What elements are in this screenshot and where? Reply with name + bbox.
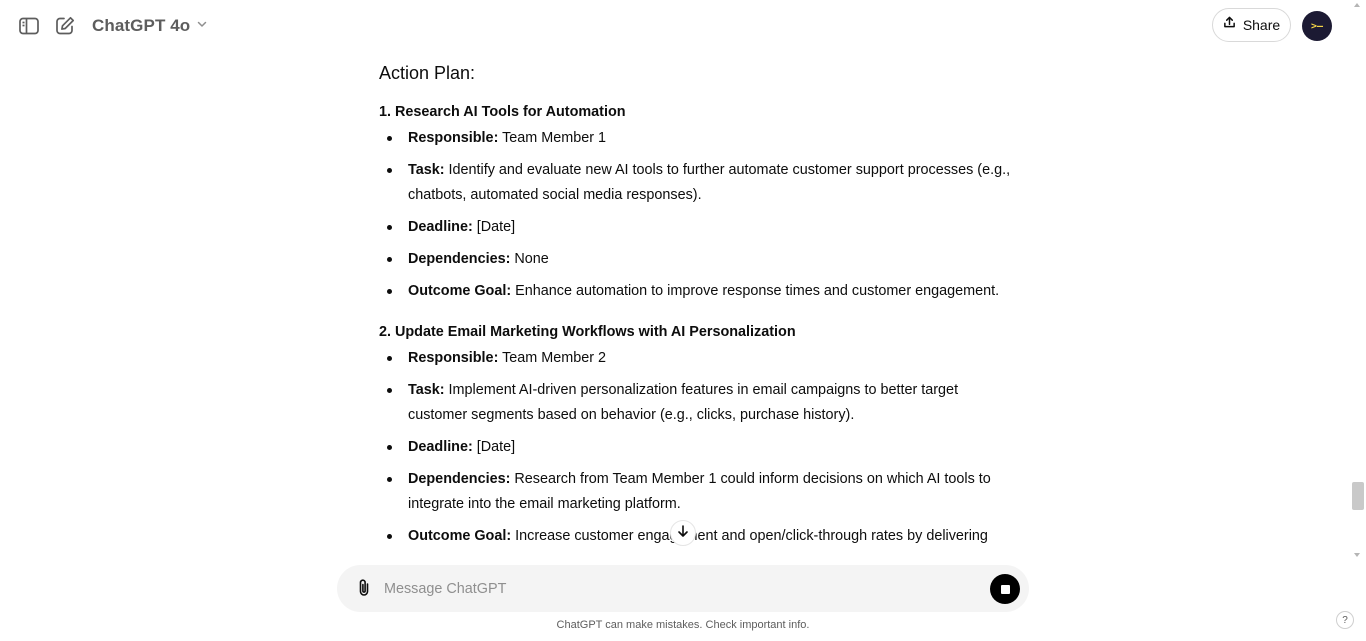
list-item: Outcome Goal: Increase customer engageme… <box>379 524 1019 549</box>
bullet-text: None <box>510 251 549 267</box>
scrollbar-thumb[interactable] <box>1352 482 1364 510</box>
scrollbar[interactable] <box>1350 0 1366 560</box>
bullet-label: Responsible: <box>408 350 499 366</box>
bullet-text: [Date] <box>472 439 516 455</box>
top-header: ChatGPT 4o Share >— <box>0 0 1366 52</box>
bullet-label: Task: <box>408 162 445 178</box>
model-name: ChatGPT 4o <box>92 16 191 35</box>
share-label: Share <box>1242 17 1281 33</box>
scroll-up-arrow[interactable] <box>1354 3 1360 7</box>
list-item: Deadline: [Date] <box>379 435 1019 460</box>
bullet-text: Enhance automation to improve response t… <box>511 283 1000 299</box>
list-item: Outcome Goal: Enhance automation to impr… <box>379 279 1019 304</box>
scroll-to-bottom-button[interactable] <box>670 520 696 546</box>
model-selector[interactable]: ChatGPT 4o <box>92 14 208 38</box>
action-item-title: 1. Research AI Tools for Automation <box>379 104 626 120</box>
share-upload-icon <box>1223 16 1236 34</box>
list-item: Dependencies: None <box>379 247 1019 272</box>
section-heading: Action Plan: <box>379 63 476 83</box>
list-item: Responsible: Team Member 1 <box>379 126 1019 151</box>
new-chat-icon[interactable] <box>53 14 77 38</box>
disclaimer-text: ChatGPT can make mistakes. Check importa… <box>556 619 810 631</box>
bullet-text: Identify and evaluate new AI tools to fu… <box>408 162 1011 203</box>
bullet-text: Implement AI-driven personalization feat… <box>408 382 959 423</box>
list-item: Dependencies: Research from Team Member … <box>379 467 1019 517</box>
bullet-text: Team Member 1 <box>498 130 607 146</box>
bullet-label: Dependencies: <box>408 471 511 487</box>
bullet-text: [Date] <box>472 219 516 235</box>
conversation-content: Action Plan: 1. Research AI Tools for Au… <box>379 52 1019 560</box>
paperclip-icon[interactable] <box>353 577 375 599</box>
bullet-label: Deadline: <box>408 219 473 235</box>
share-button[interactable]: Share <box>1212 8 1291 42</box>
bullet-text: Team Member 2 <box>498 350 607 366</box>
stop-icon <box>1000 584 1010 594</box>
list-item: Task: Identify and evaluate new AI tools… <box>379 158 1019 208</box>
bullet-label: Responsible: <box>408 130 499 146</box>
stop-generating-button[interactable] <box>990 574 1020 604</box>
scroll-down-arrow[interactable] <box>1354 553 1360 557</box>
help-button[interactable]: ? <box>1336 611 1354 629</box>
action-item-bullets: Responsible: Team Member 2 Task: Impleme… <box>379 346 1019 549</box>
bullet-label: Dependencies: <box>408 251 511 267</box>
message-composer <box>337 565 1029 612</box>
bullet-label: Deadline: <box>408 439 473 455</box>
list-item: Task: Implement AI-driven personalizatio… <box>379 378 1019 428</box>
avatar[interactable]: >— <box>1302 11 1332 41</box>
bullet-label: Outcome Goal: <box>408 528 512 544</box>
arrow-down-icon <box>676 524 690 543</box>
bullet-text: Increase customer engagement and open/cl… <box>511 528 988 544</box>
sidebar-toggle-icon[interactable] <box>17 14 41 38</box>
help-label: ? <box>1342 614 1348 626</box>
bullet-label: Outcome Goal: <box>408 283 512 299</box>
bullet-label: Task: <box>408 382 445 398</box>
list-item: Deadline: [Date] <box>379 215 1019 240</box>
avatar-text: >— <box>1310 20 1324 32</box>
action-item-title: 2. Update Email Marketing Workflows with… <box>379 324 796 340</box>
action-item-bullets: Responsible: Team Member 1 Task: Identif… <box>379 126 1019 304</box>
message-input[interactable] <box>384 576 964 602</box>
list-item: Responsible: Team Member 2 <box>379 346 1019 371</box>
chevron-down-icon <box>196 17 208 35</box>
